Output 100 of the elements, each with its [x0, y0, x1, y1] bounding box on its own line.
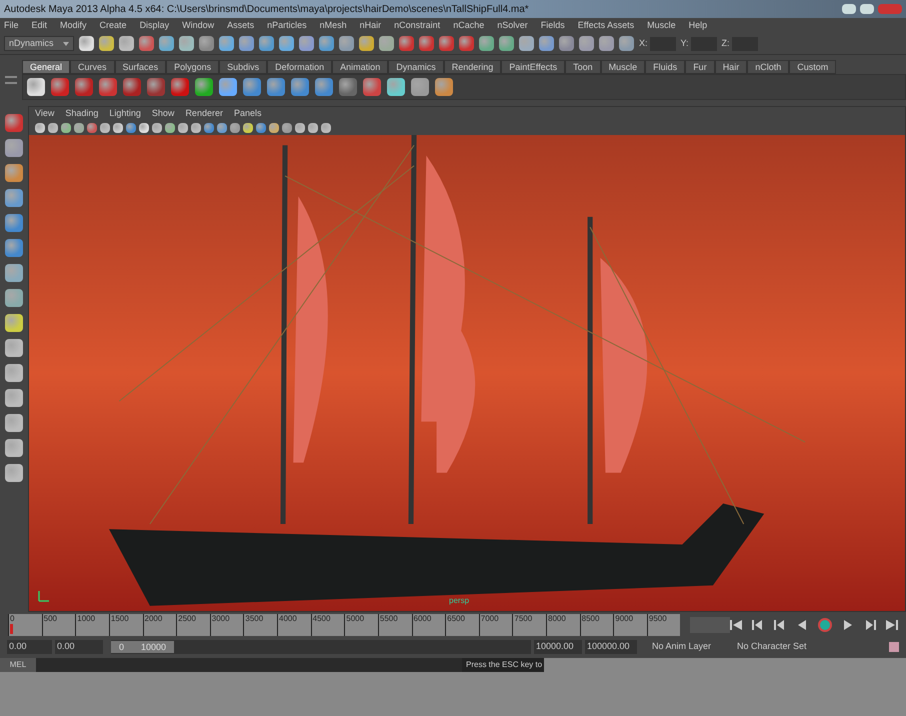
menu-item[interactable]: Fields — [540, 18, 565, 32]
menu-item[interactable]: nSolver — [497, 18, 528, 32]
current-time-marker[interactable] — [10, 624, 13, 634]
shelf-tab[interactable]: Dynamics — [388, 60, 444, 74]
time-slider[interactable]: 0 500 1000 1500 2000 2500 3000 3500 4000 4500 5000 5500 6000 6500 7000 7500 8000 8500 9000 9500 — [8, 614, 680, 636]
toolbox-tool-icon[interactable] — [5, 314, 23, 332]
status-tool-icon[interactable] — [179, 36, 194, 51]
toolbox-tool-icon[interactable] — [5, 214, 23, 232]
status-tool-icon[interactable] — [159, 36, 174, 51]
menu-item[interactable]: Edit — [32, 18, 48, 32]
status-tool-icon[interactable] — [579, 36, 594, 51]
status-tool-icon[interactable] — [559, 36, 574, 51]
status-tool-icon[interactable] — [479, 36, 494, 51]
range-bar[interactable]: 0 10000 — [111, 641, 174, 653]
toolbox-tool-icon[interactable] — [5, 239, 23, 257]
character-set-dropdown[interactable]: No Character Set — [737, 640, 817, 654]
menu-item[interactable]: File — [4, 18, 19, 32]
shelf-tab[interactable]: Muscle — [600, 60, 646, 74]
toolbox-tool-icon[interactable] — [5, 264, 23, 282]
status-tool-icon[interactable] — [519, 36, 534, 51]
toolbox-tool-icon[interactable] — [5, 139, 23, 157]
playback-start-field[interactable]: 0.00 — [55, 640, 103, 654]
status-tool-icon[interactable] — [239, 36, 254, 51]
shelf-tab[interactable]: Fur — [685, 60, 715, 74]
step-back-key-icon[interactable] — [774, 620, 786, 630]
status-tool-icon[interactable] — [619, 36, 634, 51]
shelf-tab[interactable]: Surfaces — [114, 60, 166, 74]
menu-item[interactable]: nParticles — [267, 18, 307, 32]
shelf-tab[interactable]: Polygons — [166, 60, 220, 74]
shelf-tab[interactable]: PaintEffects — [501, 60, 566, 74]
end-time-field[interactable]: 100000.00 — [585, 640, 637, 654]
menu-item[interactable]: nConstraint — [394, 18, 440, 32]
stop-icon[interactable] — [818, 618, 832, 632]
toolbox-tool-icon[interactable] — [5, 364, 23, 382]
go-to-end-icon[interactable] — [886, 620, 898, 630]
toolbox-tool-icon[interactable] — [5, 164, 23, 182]
play-icon[interactable] — [842, 620, 854, 630]
toolbox-tool-icon[interactable] — [5, 414, 23, 432]
status-tool-icon[interactable] — [599, 36, 614, 51]
shelf-tool-icon[interactable] — [411, 78, 429, 96]
menu-item[interactable]: nHair — [360, 18, 382, 32]
go-to-start-icon[interactable] — [730, 620, 742, 630]
status-tool-icon[interactable] — [119, 36, 134, 51]
status-tool-icon[interactable] — [379, 36, 394, 51]
panel-menu-item[interactable]: Show — [152, 107, 174, 121]
step-forward-icon[interactable] — [864, 620, 876, 630]
shelf-tab[interactable]: Custom — [789, 60, 836, 74]
menu-item[interactable]: Create — [100, 18, 127, 32]
shelf-tab[interactable]: Fluids — [645, 60, 686, 74]
panel-menu-item[interactable]: View — [35, 107, 54, 121]
status-tool-icon[interactable] — [199, 36, 214, 51]
menu-item[interactable]: Help — [688, 18, 708, 32]
status-tool-icon[interactable] — [139, 36, 154, 51]
range-slider[interactable]: 0 10000 — [111, 640, 531, 654]
toolbox-tool-icon[interactable] — [5, 289, 23, 307]
menu-item[interactable]: Effects Assets — [578, 18, 634, 32]
shelf-tab[interactable]: nCloth — [747, 60, 790, 74]
shelf-tool-icon[interactable] — [363, 78, 381, 96]
language-button[interactable]: MEL — [0, 658, 36, 672]
panel-menu-item[interactable]: Shading — [65, 107, 98, 121]
status-tool-icon[interactable] — [279, 36, 294, 51]
status-tool-icon[interactable] — [499, 36, 514, 51]
panel-menu-item[interactable]: Renderer — [185, 107, 223, 121]
status-tool-icon[interactable] — [359, 36, 374, 51]
play-backward-icon[interactable] — [796, 620, 808, 630]
shelf-tool-icon[interactable] — [171, 78, 189, 96]
anim-layer-dropdown[interactable]: No Anim Layer — [652, 640, 726, 654]
shelf-tool-icon[interactable] — [339, 78, 357, 96]
current-frame-field[interactable] — [690, 617, 730, 633]
step-back-icon[interactable] — [752, 620, 764, 630]
menu-item[interactable]: nMesh — [320, 18, 347, 32]
menu-item[interactable]: Window — [182, 18, 214, 32]
toolbox-tool-icon[interactable] — [5, 114, 23, 132]
toolbox-tool-icon[interactable] — [5, 439, 23, 457]
menu-item[interactable]: Assets — [227, 18, 254, 32]
shelf-tool-icon[interactable] — [315, 78, 333, 96]
toolbox-tool-icon[interactable] — [5, 189, 23, 207]
status-tool-icon[interactable] — [459, 36, 474, 51]
status-tool-icon[interactable] — [399, 36, 414, 51]
menu-item[interactable]: nCache — [453, 18, 484, 32]
command-field[interactable] — [36, 658, 462, 672]
shelf-tab[interactable]: Animation — [332, 60, 388, 74]
status-tool-icon[interactable] — [79, 36, 94, 51]
minimize-icon[interactable] — [842, 4, 856, 14]
playback-end-field[interactable]: 10000.00 — [534, 640, 582, 654]
toolbox-tool-icon[interactable] — [5, 464, 23, 482]
status-tool-icon[interactable] — [99, 36, 114, 51]
status-tool-icon[interactable] — [539, 36, 554, 51]
status-tool-icon[interactable] — [259, 36, 274, 51]
shelf-tool-icon[interactable] — [291, 78, 309, 96]
toolbox-tool-icon[interactable] — [5, 389, 23, 407]
shelf-tab[interactable]: Curves — [70, 60, 115, 74]
shelf-tab[interactable]: Subdivs — [219, 60, 268, 74]
shelf-tool-icon[interactable] — [123, 78, 141, 96]
shelf-tool-icon[interactable] — [219, 78, 237, 96]
menu-item[interactable]: Muscle — [647, 18, 676, 32]
shelf-tab[interactable]: Rendering — [444, 60, 502, 74]
maximize-icon[interactable] — [860, 4, 874, 14]
status-tool-icon[interactable] — [219, 36, 234, 51]
status-tool-icon[interactable] — [419, 36, 434, 51]
